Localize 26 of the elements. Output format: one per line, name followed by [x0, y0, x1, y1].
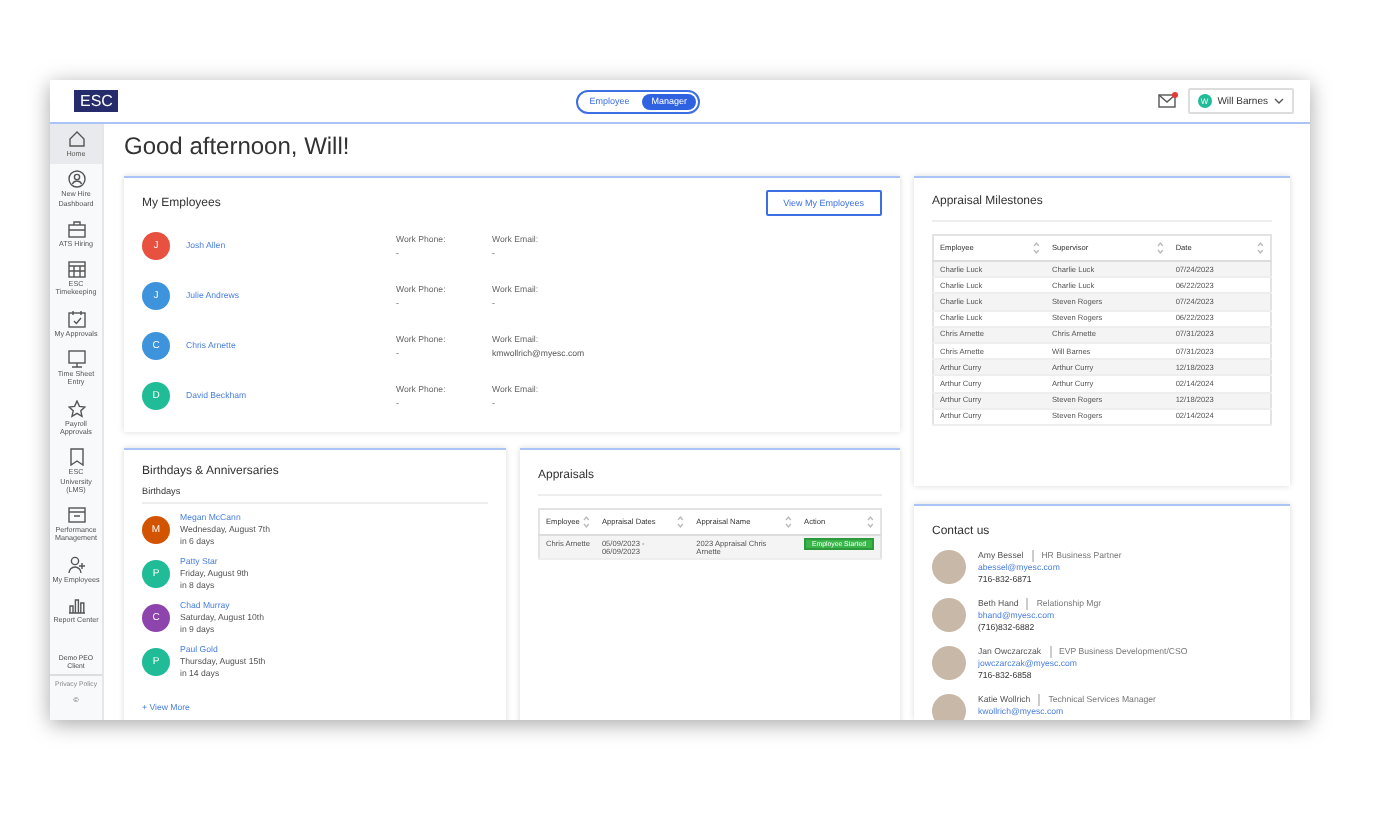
nav-icon — [67, 399, 85, 418]
photo-placeholder — [932, 694, 966, 720]
nav-icon — [67, 448, 85, 467]
nav-icon — [67, 506, 85, 525]
nav-icon — [67, 309, 85, 328]
nav-icon — [67, 350, 85, 369]
sort-icon[interactable] — [866, 514, 874, 530]
logo[interactable]: ESC — [74, 90, 119, 112]
photo-placeholder — [932, 550, 966, 584]
nav-icon — [67, 219, 85, 238]
photo-placeholder — [932, 598, 966, 632]
nav-icon — [67, 596, 85, 615]
greeting-heading: Good afternoon, Will! — [124, 132, 352, 160]
sort-icon[interactable] — [676, 514, 685, 530]
nav-icon — [67, 260, 85, 279]
sort-icon[interactable] — [1256, 240, 1264, 256]
photo-placeholder — [932, 646, 966, 680]
mail-icon[interactable] — [1157, 94, 1176, 108]
sort-icon[interactable] — [784, 514, 793, 530]
sort-icon[interactable] — [1032, 240, 1040, 256]
sort-icon[interactable] — [581, 514, 590, 530]
nav-icon — [67, 170, 85, 189]
nav-icon — [67, 130, 85, 148]
caret-icon — [1274, 98, 1284, 104]
sort-icon[interactable] — [1155, 240, 1164, 256]
nav-icon — [67, 555, 85, 574]
